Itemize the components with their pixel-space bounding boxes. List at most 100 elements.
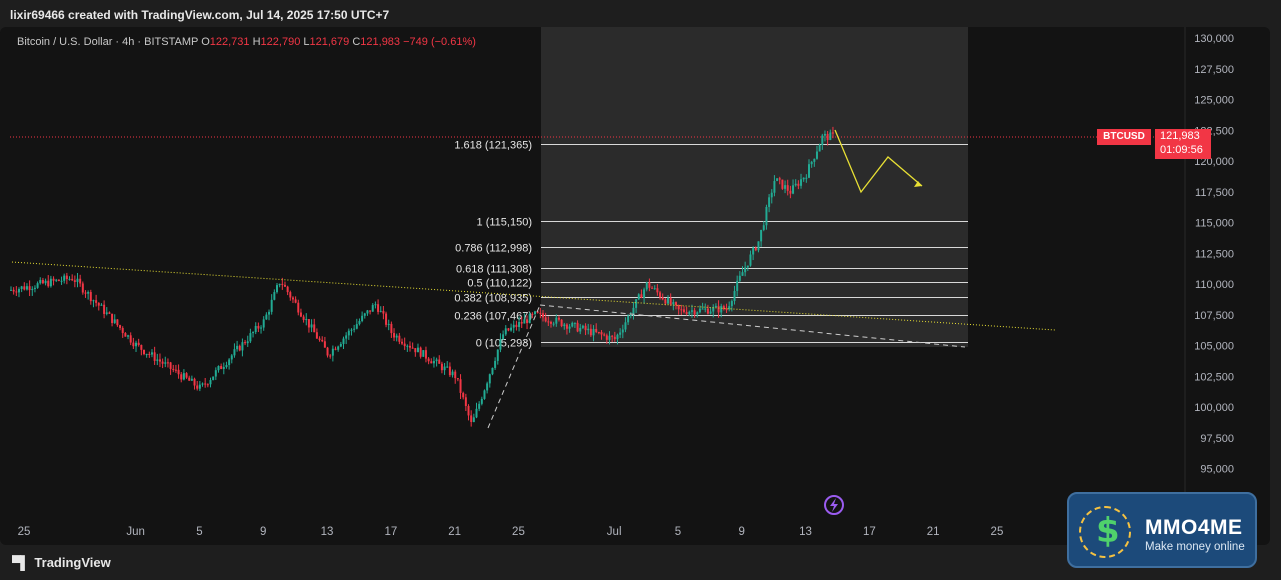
- candle-body: [781, 179, 784, 189]
- candle-body: [757, 241, 760, 251]
- candle-body: [124, 333, 127, 337]
- candle-body: [480, 398, 483, 404]
- candle-body: [502, 334, 505, 340]
- candle-body: [145, 353, 148, 355]
- candle-body: [289, 292, 292, 298]
- symbol-legend[interactable]: Bitcoin / U.S. Dollar · 4h · BITSTAMP O1…: [17, 36, 476, 48]
- candle-body: [310, 324, 313, 328]
- candle-body: [587, 328, 590, 331]
- candle-body: [696, 312, 699, 315]
- lightning-icon[interactable]: [824, 495, 844, 515]
- last-price-tag[interactable]: BTCUSD 121,983 01:09:56: [1097, 129, 1211, 159]
- x-tick-label: 9: [739, 526, 745, 538]
- y-tick-label: 127,500: [1194, 64, 1234, 76]
- candle-body: [148, 353, 151, 355]
- candle-body: [222, 367, 225, 369]
- candle-body: [616, 334, 619, 340]
- price-axis[interactable]: 92,50095,00097,500100,000102,500105,0001…: [1194, 33, 1234, 506]
- candle-body: [690, 310, 693, 312]
- candle-body: [339, 343, 342, 347]
- candle-body: [81, 283, 84, 293]
- candle-body: [28, 286, 31, 291]
- candle-body: [424, 350, 427, 359]
- candle-body: [95, 300, 98, 303]
- candle-body: [456, 378, 459, 380]
- y-tick-label: 105,000: [1194, 341, 1234, 353]
- time-axis[interactable]: 25 Jun 5 9 13 17 21 25 Jul 5 9 13 17 21 25: [18, 526, 1004, 538]
- candle-body: [675, 302, 677, 305]
- candle-body: [41, 279, 44, 284]
- candle-body: [188, 377, 191, 381]
- candle-body: [302, 316, 305, 320]
- candle-body: [363, 313, 366, 316]
- candle-body: [393, 333, 396, 338]
- candle-body: [451, 371, 454, 376]
- candle-body: [249, 333, 252, 342]
- candle-body: [619, 332, 622, 335]
- candle-body: [49, 278, 52, 287]
- y-tick-label: 97,500: [1200, 433, 1234, 445]
- candle-body: [193, 378, 196, 386]
- candle-body: [802, 177, 805, 180]
- candle-body: [688, 311, 691, 315]
- candle-body: [44, 280, 47, 284]
- candle-body: [579, 327, 582, 332]
- low-value: 121,679: [309, 36, 350, 48]
- y-tick-label: 100,000: [1194, 402, 1234, 414]
- candle-body: [331, 348, 334, 356]
- candle-body: [387, 323, 390, 325]
- candle-body: [52, 278, 55, 281]
- candle-body: [158, 359, 161, 362]
- candle-body: [728, 306, 731, 310]
- candle-body: [523, 319, 526, 324]
- candle-body: [459, 379, 462, 393]
- candle-body: [682, 309, 685, 313]
- candle-body: [39, 279, 42, 284]
- candle-body: [568, 326, 571, 329]
- candle-body: [350, 329, 353, 331]
- candle-body: [318, 338, 321, 340]
- candle-body: [278, 283, 281, 286]
- candle-body: [196, 385, 199, 389]
- candle-body: [504, 328, 507, 335]
- candle-body: [390, 323, 393, 334]
- candle-body: [273, 292, 276, 300]
- candle-body: [127, 335, 130, 337]
- candle-body: [701, 308, 704, 310]
- candle-body: [738, 275, 741, 281]
- candle-body: [677, 304, 680, 310]
- candle-body: [573, 322, 576, 324]
- candle-body: [440, 363, 443, 371]
- candle-body: [778, 178, 781, 180]
- candle-body: [198, 384, 201, 389]
- candle-body: [321, 339, 324, 342]
- candle-body: [55, 279, 58, 281]
- candle-body: [815, 151, 818, 159]
- open-value: 122,731: [209, 36, 250, 48]
- fib-level-label: 0.5 (110,122): [467, 278, 532, 290]
- candle-body: [773, 180, 776, 193]
- candle-body: [706, 308, 709, 314]
- y-tick-label: 102,500: [1194, 371, 1234, 383]
- candle-body: [603, 334, 606, 336]
- candle-body: [784, 185, 787, 189]
- candle-body: [600, 332, 603, 335]
- candle-body: [403, 343, 406, 347]
- y-tick-label: 107,500: [1194, 310, 1234, 322]
- candle-body: [190, 378, 193, 381]
- candle-body: [230, 355, 233, 360]
- candle-body: [257, 325, 260, 329]
- candle-body: [621, 329, 624, 333]
- candle-body: [268, 311, 271, 315]
- candle-body: [291, 297, 294, 300]
- fib-level-label: 0.382 (108,935): [454, 293, 532, 305]
- candle-body: [611, 335, 614, 337]
- candle-body: [494, 360, 497, 368]
- candle-body: [254, 325, 257, 333]
- y-tick-label: 95,000: [1200, 464, 1234, 476]
- change-value: −749 (−0.61%): [403, 36, 476, 48]
- candle-body: [542, 313, 544, 318]
- candle-body: [369, 310, 372, 312]
- candle-body: [557, 317, 560, 320]
- fib-level-label: 0.236 (107,467): [454, 311, 532, 323]
